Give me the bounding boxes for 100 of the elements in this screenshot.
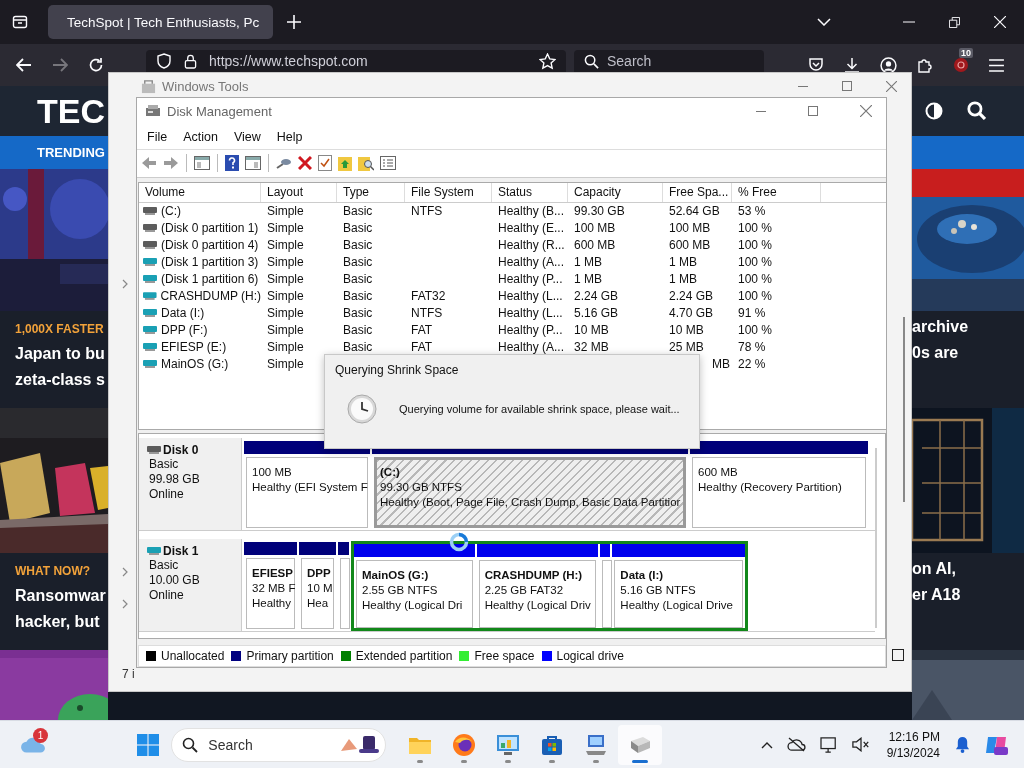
article-headline[interactable]: Japan to bu [15, 341, 108, 367]
pocket-icon[interactable] [808, 57, 824, 73]
maximize-icon[interactable] [842, 81, 852, 91]
article-tag[interactable]: 1,000X FASTER [15, 321, 108, 337]
table-cell: 100 % [738, 322, 773, 337]
help-icon[interactable] [225, 155, 239, 172]
table-cell: (C:) [161, 202, 181, 220]
checklist-icon[interactable] [318, 155, 332, 172]
column-header[interactable]: Free Spa... [663, 182, 732, 202]
extension-icon[interactable] [953, 57, 969, 73]
puzzle-icon[interactable] [917, 57, 933, 73]
disk-name: Disk 0 [163, 443, 199, 458]
search-icon[interactable] [967, 101, 986, 121]
star-icon[interactable] [539, 52, 556, 70]
pane-icon[interactable] [245, 156, 261, 171]
download-icon[interactable] [844, 57, 860, 73]
article-headline[interactable]: zeta-class s [15, 367, 108, 393]
chevron-right-icon[interactable] [122, 567, 128, 577]
partition-block[interactable]: 100 MB Healthy (EFI System F [246, 457, 368, 529]
table-cell: 600 MB [669, 237, 711, 252]
restore-icon[interactable] [949, 16, 960, 28]
table-cell: Basic [343, 220, 373, 235]
site-logo[interactable]: TEC [37, 91, 105, 130]
monitor-icon[interactable] [819, 736, 838, 753]
article-headline[interactable]: hacker, but [15, 609, 108, 635]
address-bar[interactable]: https://www.techspot.com [146, 50, 566, 72]
bell-icon[interactable] [955, 736, 970, 753]
minimize-icon[interactable] [798, 85, 808, 87]
maximize-icon[interactable] [808, 106, 818, 117]
delete-icon[interactable] [298, 156, 312, 171]
reload-icon[interactable] [88, 57, 104, 73]
article-headline[interactable]: 0s are [912, 340, 1024, 366]
article-headline[interactable]: on AI, [912, 556, 1024, 582]
clock[interactable]: 12:16 PM 9/13/2024 [886, 728, 940, 761]
partition-block[interactable]: MainOS (G:) 2.55 GB NTFS Healthy (Logical Dri [356, 560, 473, 629]
disk-label-panel[interactable]: Disk 1 Basic 10.00 GB Online [139, 539, 242, 632]
article-tag[interactable]: WHAT NOW? [15, 563, 108, 579]
properties-icon[interactable] [380, 156, 396, 171]
partition-block[interactable]: CRASHDUMP (H:) 2.25 GB FAT32 Healthy (Logical Driv [478, 560, 597, 629]
partition-block[interactable]: Data (I:) 5.16 GB NTFS Healthy (Logical Drive [614, 560, 743, 629]
speaker-muted-icon[interactable] [851, 737, 870, 752]
partition-block[interactable]: EFIESP 32 MB F Healthy [246, 558, 295, 630]
menu-item[interactable]: Action [175, 129, 226, 144]
scrollbar[interactable] [875, 448, 877, 629]
disk-label-panel[interactable]: Disk 0 Basic 99.98 GB Online [139, 438, 242, 531]
column-header[interactable]: Type [337, 182, 405, 202]
drive-icon [143, 360, 157, 369]
column-header[interactable]: Status [492, 182, 568, 202]
column-header[interactable]: Layout [261, 182, 337, 202]
browser-tab[interactable]: TechSpot | Tech Enthusiasts, Pc [48, 5, 273, 39]
back-arrow-icon[interactable] [16, 58, 32, 72]
table-cell: Data (I:) [161, 304, 205, 322]
notification-badge: 1 [33, 727, 48, 743]
square-icon[interactable] [892, 649, 904, 661]
article-headline[interactable]: archive [912, 314, 1024, 340]
article-headline[interactable]: er A18 [912, 582, 1024, 608]
drive-icon [143, 224, 157, 233]
menu-item[interactable]: View [225, 129, 269, 144]
clock-icon [347, 394, 377, 424]
forward-arrow-icon[interactable] [52, 58, 68, 72]
column-header[interactable]: File System [405, 182, 492, 202]
nav-link[interactable]: TRENDING [37, 144, 105, 160]
disk-info-text: Online [149, 487, 185, 503]
article-headline[interactable]: Ransomwar [15, 583, 108, 609]
table-cell: NTFS [411, 203, 443, 218]
console-tree-icon[interactable] [194, 156, 210, 171]
chevron-up-icon[interactable] [760, 740, 773, 749]
partition-block[interactable]: 600 MB Healthy (Recovery Partition) [692, 457, 866, 529]
tab-list-icon[interactable] [12, 14, 28, 30]
menu-icon[interactable] [989, 58, 1004, 72]
menu-item[interactable]: File [139, 129, 176, 144]
search-field[interactable]: Search [171, 727, 387, 762]
column-header[interactable]: % Free [732, 182, 821, 202]
column-header[interactable]: Capacity [568, 182, 663, 202]
column-header[interactable]: Volume [139, 182, 261, 202]
partition-block[interactable]: DPP 10 M Hea [301, 558, 334, 630]
account-icon[interactable] [880, 56, 897, 74]
chevron-right-icon[interactable] [122, 279, 128, 289]
partition-header-bar [338, 542, 349, 556]
chevron-right-icon[interactable] [122, 599, 128, 609]
forward-arrow-icon[interactable] [163, 156, 179, 171]
folder-search-icon[interactable] [358, 155, 374, 172]
partition-name: MainOS (G:) [362, 568, 430, 584]
folder-icon[interactable] [338, 155, 352, 172]
minimize-icon[interactable] [756, 110, 766, 112]
window-title: Disk Management [167, 103, 272, 119]
connect-icon[interactable] [276, 156, 292, 171]
new-tab-icon[interactable] [287, 15, 301, 29]
contrast-icon[interactable] [925, 101, 943, 120]
date-text: 9/13/2024 [886, 744, 940, 761]
menu-item[interactable]: Help [268, 129, 311, 144]
partition-block[interactable]: (C:) 99.30 GB NTFS Healthy (Boot, Page File, Crash Dump, Basic Data Partitior [374, 457, 686, 529]
scrollbar[interactable] [903, 317, 905, 502]
start-icon[interactable] [137, 733, 160, 756]
search-field[interactable]: Search [574, 50, 764, 72]
partition-name: Data (I:) [620, 568, 665, 584]
cloud-off-icon[interactable] [786, 737, 806, 752]
extended-partition[interactable]: MainOS (G:) 2.55 GB NTFS Healthy (Logical Dri CRASHDUMP (H:) 2.25 GB FAT32 Healthy (Logical Driv Data (I:) 5.16 GB NTFS Healthy (Logical Drive [351, 541, 748, 632]
chevron-down-icon[interactable] [817, 18, 831, 26]
taskbar-app[interactable] [618, 724, 663, 765]
